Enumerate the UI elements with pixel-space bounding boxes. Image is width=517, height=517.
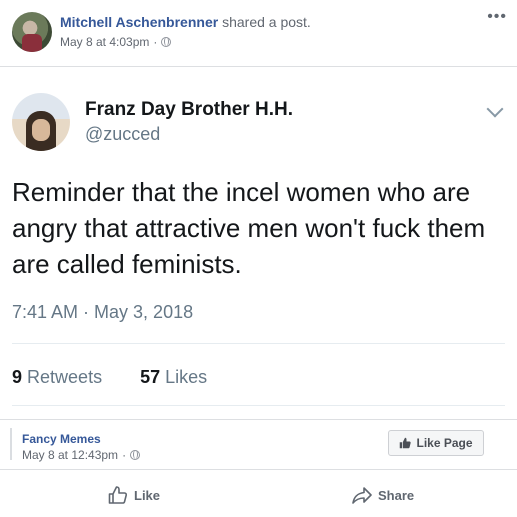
more-icon[interactable]: •••: [487, 9, 507, 25]
divider: [12, 343, 505, 344]
source-page-meta: May 8 at 12:43pm ·: [22, 448, 141, 462]
like-button[interactable]: Like: [108, 486, 160, 504]
thumbs-up-icon: [400, 437, 412, 449]
author-name-link[interactable]: Mitchell Aschenbrenner: [60, 14, 218, 30]
source-page-timestamp[interactable]: May 8 at 12:43pm: [22, 448, 118, 462]
share-button[interactable]: Share: [352, 486, 414, 504]
post-meta: May 8 at 4:03pm ·: [60, 35, 172, 49]
avatar[interactable]: [12, 12, 52, 52]
shared-text: shared a post.: [222, 14, 311, 30]
meta-separator: ·: [122, 448, 127, 462]
chevron-down-icon: [486, 100, 504, 118]
retweets-stat: 9 Retweets: [12, 367, 103, 387]
author-line: Mitchell Aschenbrenner shared a post.: [60, 13, 311, 31]
tweet-time: 7:41 AM · May 3, 2018: [12, 302, 194, 322]
thumbs-up-outline-icon: [108, 486, 128, 504]
share-label: Share: [378, 487, 415, 503]
tweet-display-name: Franz Day Brother H.H.: [85, 99, 293, 120]
source-page-row: Fancy Memes May 8 at 12:43pm · Like Page: [0, 420, 517, 470]
likes-stat: 57 Likes: [140, 367, 208, 387]
like-page-button[interactable]: Like Page: [388, 430, 484, 456]
tweet-text: Reminder that the incel women who are an…: [12, 177, 486, 279]
globe-icon[interactable]: [130, 450, 141, 460]
action-bar: Like Share: [0, 478, 517, 514]
meta-separator: ·: [153, 35, 158, 49]
accent-bar: [10, 428, 12, 460]
post-header: Mitchell Aschenbrenner shared a post. Ma…: [0, 0, 517, 64]
tweet-avatar: [12, 93, 70, 151]
globe-icon[interactable]: [161, 37, 172, 47]
like-label: Like: [134, 487, 161, 503]
divider: [12, 405, 505, 406]
share-arrow-icon: [352, 487, 372, 504]
tweet-stats: 9 Retweets 57 Likes: [12, 367, 207, 388]
tweet-handle: @zucced: [85, 124, 161, 144]
post-timestamp[interactable]: May 8 at 4:03pm: [60, 35, 149, 49]
like-page-label: Like Page: [416, 436, 473, 450]
tweet-embed[interactable]: Franz Day Brother H.H. @zucced Reminder …: [0, 66, 517, 420]
source-page-name[interactable]: Fancy Memes: [22, 432, 101, 446]
